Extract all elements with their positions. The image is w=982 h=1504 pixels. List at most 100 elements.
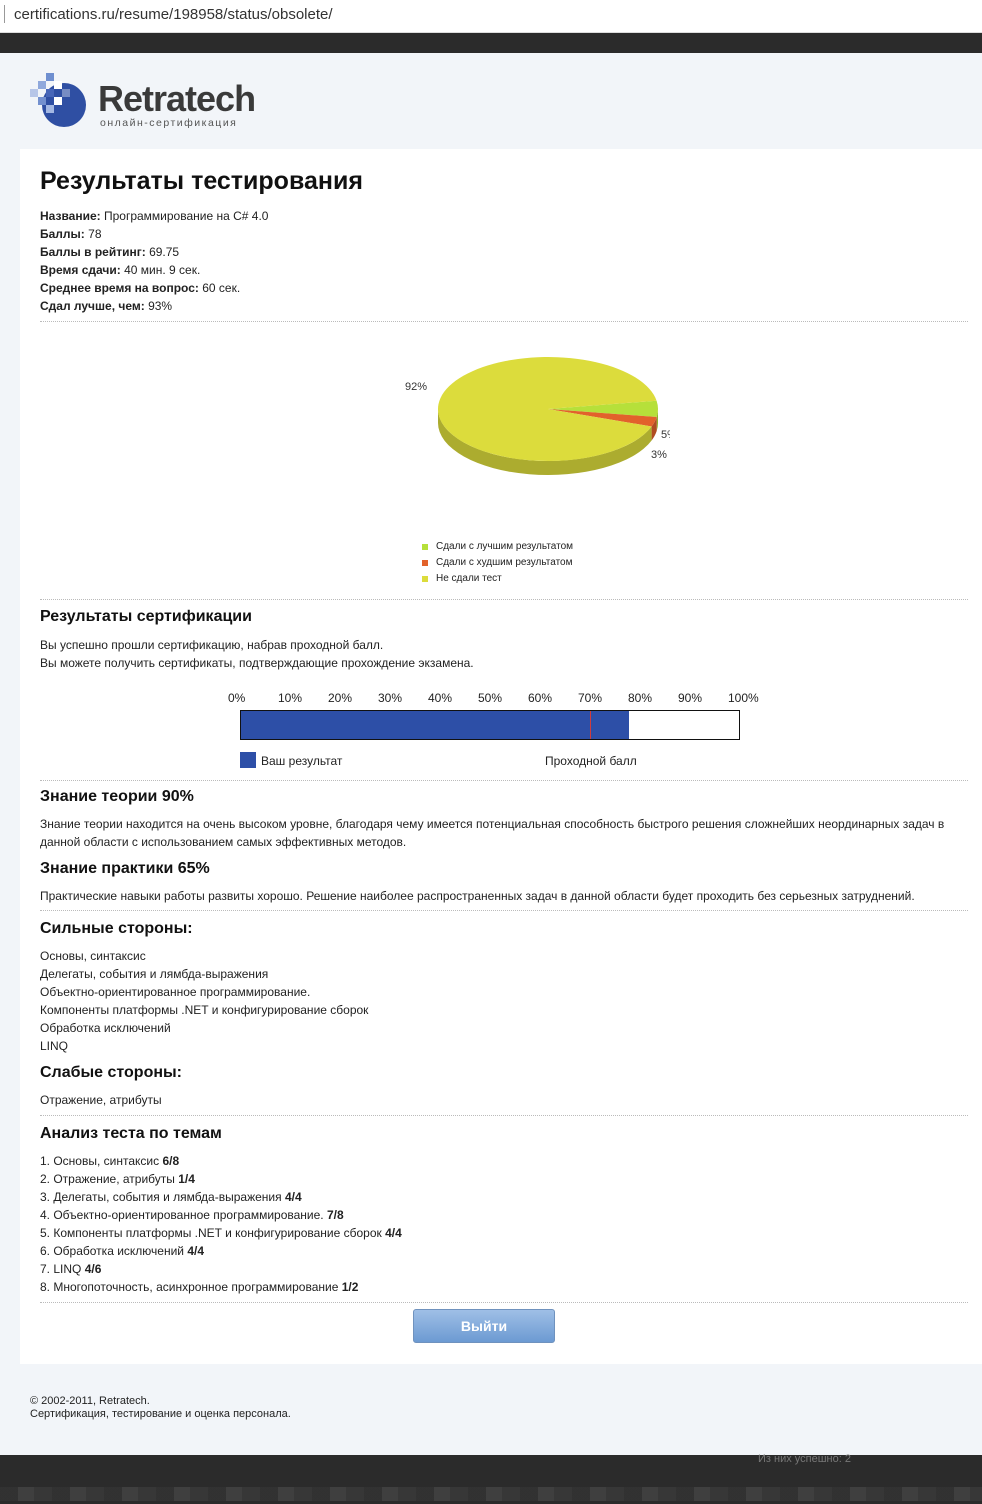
topic-name: 2. Отражение, атрибуты — [40, 1172, 175, 1186]
results-summary: Название: Программирование на C# 4.0 Бал… — [40, 207, 268, 315]
exit-button[interactable]: Выйти — [413, 1309, 555, 1343]
summary-label: Сдал лучше, чем: — [40, 299, 145, 313]
summary-row-better-than: Сдал лучше, чем: 93% — [40, 297, 268, 315]
list-item: Делегаты, события и лямбда-выражения — [40, 967, 269, 981]
summary-row-rating: Баллы в рейтинг: 69.75 — [40, 243, 268, 261]
topic-score: 4/6 — [84, 1262, 102, 1276]
list-item: Обработка исключений — [40, 1021, 171, 1035]
summary-label: Название: — [40, 209, 101, 223]
list-item: Основы, синтаксис — [40, 949, 146, 963]
divider — [40, 780, 968, 781]
summary-value: 93% — [148, 299, 173, 313]
topic-name: 3. Делегаты, события и лямбда-выражения — [40, 1190, 282, 1204]
summary-value: 78 — [88, 227, 102, 241]
list-item: Отражение, атрибуты — [40, 1093, 162, 1107]
brand-logo[interactable]: Retratech онлайн-сертификация — [28, 71, 268, 133]
topic-score: 1/2 — [341, 1280, 359, 1294]
summary-label: Среднее время на вопрос: — [40, 281, 199, 295]
pie-chart-svg: 5% 3% 92% — [405, 357, 677, 475]
strengths-title: Сильные стороны: — [40, 920, 193, 937]
summary-label: Баллы в рейтинг: — [40, 245, 146, 259]
page-title: Результаты тестирования — [40, 167, 363, 195]
topic-row: 4. Объектно-ориентированное программиров… — [40, 1206, 402, 1224]
summary-label: Баллы: — [40, 227, 85, 241]
topic-score: 4/4 — [385, 1226, 402, 1240]
result-bar — [240, 710, 740, 740]
footer-tagline: Сертификация, тестирование и оценка перс… — [30, 1408, 291, 1420]
legend-label: Сдали с худшим результатом — [436, 557, 573, 568]
topic-row: 3. Делегаты, события и лямбда-выражения … — [40, 1188, 402, 1206]
pie-data-label: 5% — [661, 429, 670, 441]
brand-tagline: онлайн-сертификация — [100, 117, 238, 129]
bottom-blurred-strip — [0, 1487, 982, 1501]
legend-item: Сдали с лучшим результатом — [422, 539, 573, 555]
topic-row: 2. Отражение, атрибуты 1/4 — [40, 1170, 402, 1188]
axis-tick-label: 40% — [428, 691, 453, 705]
legend-swatch — [422, 560, 428, 566]
topic-name: 8. Многопоточность, асинхронное программ… — [40, 1280, 339, 1294]
brand-name: Retratech — [98, 78, 256, 119]
address-bar-url[interactable]: certifications.ru/resume/198958/status/o… — [14, 6, 333, 23]
summary-value: 69.75 — [149, 245, 180, 259]
topic-name: 6. Обработка исключений — [40, 1244, 184, 1258]
axis-tick-label: 20% — [328, 691, 353, 705]
divider — [40, 1302, 968, 1303]
pie-legend: Сдали с лучшим результатом Сдали с худши… — [422, 539, 573, 587]
top-dark-bar — [0, 33, 982, 53]
topics-title: Анализ теста по темам — [40, 1125, 222, 1142]
practice-title: Знание практики 65% — [40, 860, 210, 877]
axis-tick-label: 90% — [678, 691, 703, 705]
certification-line-2: Вы можете получить сертификаты, подтверж… — [40, 656, 474, 670]
strengths-list: Основы, синтаксис Делегаты, события и ля… — [40, 947, 368, 1055]
divider — [40, 599, 968, 600]
list-item: Объектно-ориентированное программировани… — [40, 985, 311, 999]
summary-value: 40 мин. 9 сек. — [124, 263, 201, 277]
divider — [40, 1115, 968, 1116]
topic-name: 1. Основы, синтаксис — [40, 1154, 160, 1168]
topic-row: 5. Компоненты платформы .NET и конфигури… — [40, 1224, 402, 1242]
summary-row-score: Баллы: 78 — [40, 225, 268, 243]
divider — [40, 321, 968, 322]
topics-list: 1. Основы, синтаксис 6/8 2. Отражение, а… — [40, 1152, 402, 1296]
retratech-logo-icon — [30, 73, 86, 127]
weaknesses-title: Слабые стороны: — [40, 1064, 183, 1081]
result-legend-label: Ваш результат — [261, 754, 343, 768]
passing-score-marker — [589, 711, 591, 739]
list-item: LINQ — [40, 1039, 69, 1053]
legend-label: Сдали с лучшим результатом — [436, 541, 574, 552]
summary-value: 60 сек. — [202, 281, 241, 295]
topic-row: 1. Основы, синтаксис 6/8 — [40, 1152, 402, 1170]
axis-tick-label: 30% — [378, 691, 403, 705]
summary-value: Программирование на C# 4.0 — [103, 209, 269, 223]
legend-swatch — [422, 576, 428, 582]
topic-row: 8. Многопоточность, асинхронное программ… — [40, 1278, 402, 1296]
address-bar[interactable]: certifications.ru/resume/198958/status/o… — [0, 0, 982, 33]
results-pie-chart: 5% 3% 92% — [370, 344, 677, 504]
legend-item: Сдали с худшим результатом — [422, 555, 573, 571]
axis-tick-label: 0% — [228, 691, 246, 705]
topic-score: 4/4 — [187, 1244, 205, 1258]
divider — [40, 910, 968, 911]
topic-score: 6/8 — [162, 1154, 180, 1168]
address-bar-caret — [4, 5, 5, 23]
legend-label: Не сдали тест — [436, 573, 502, 584]
axis-tick-label: 80% — [628, 691, 653, 705]
main-content: Результаты тестирования Название: Програ… — [20, 149, 982, 1364]
site-header: Retratech онлайн-сертификация — [0, 53, 982, 149]
pie-data-label: 92% — [405, 381, 427, 393]
result-legend-swatch — [240, 752, 256, 768]
axis-tick-label: 50% — [478, 691, 503, 705]
bottom-dark-bar: Из них успешно: 2 — [0, 1453, 982, 1504]
axis-tick-label: 100% — [728, 691, 759, 705]
legend-item: Не сдали тест — [422, 571, 573, 587]
topic-name: 4. Объектно-ориентированное программиров… — [40, 1208, 324, 1222]
theory-title: Знание теории 90% — [40, 788, 194, 805]
weaknesses-list: Отражение, атрибуты — [40, 1091, 162, 1109]
certification-line-1: Вы успешно прошли сертификацию, набрав п… — [40, 638, 384, 652]
summary-row-time: Время сдачи: 40 мин. 9 сек. — [40, 261, 268, 279]
certification-title: Результаты сертификации — [40, 608, 252, 625]
passing-legend-label: Проходной балл — [545, 754, 637, 768]
axis-tick-label: 10% — [278, 691, 303, 705]
footer-copyright: © 2002-2011, Retratech. — [30, 1395, 150, 1407]
progress-axis: 0% 10% 20% 30% 40% 50% 60% 70% 80% 90% 100% — [228, 691, 760, 707]
